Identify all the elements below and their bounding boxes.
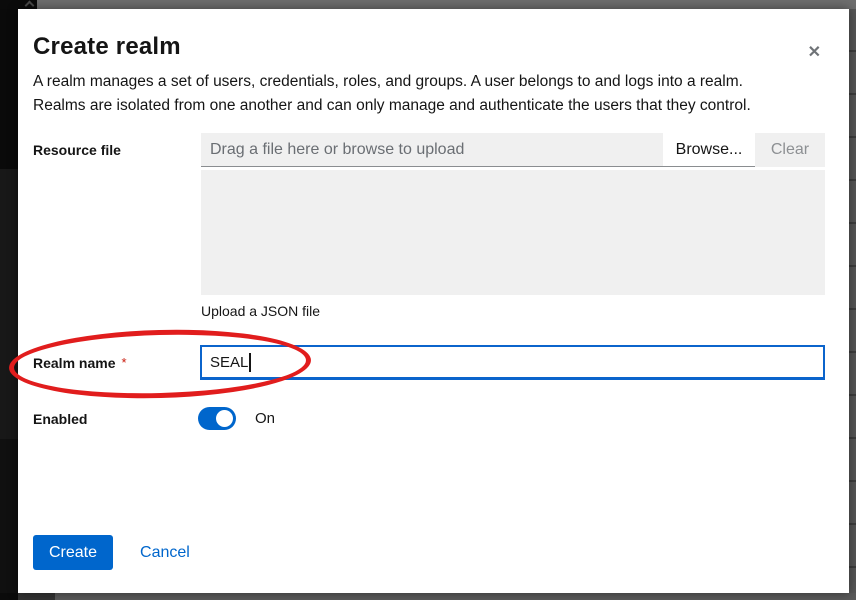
enabled-toggle[interactable] — [198, 407, 236, 430]
toggle-state-label: On — [255, 407, 275, 430]
browse-button[interactable]: Browse... — [663, 133, 755, 167]
file-drop-area[interactable] — [201, 170, 825, 295]
backdrop-left — [0, 9, 18, 593]
clear-button[interactable]: Clear — [755, 133, 825, 167]
file-upload-helper-text: Upload a JSON file — [201, 303, 825, 319]
modal-title: Create realm — [33, 33, 181, 61]
realm-name-label: Realm name — [33, 355, 115, 371]
text-caret — [249, 353, 251, 372]
enabled-row-label: Enabled — [33, 407, 87, 430]
close-button[interactable]: ✕ — [806, 43, 823, 63]
enabled-label: Enabled — [33, 411, 87, 427]
resource-file-label: Resource file — [33, 142, 121, 158]
resource-file-row-label: Resource file — [33, 133, 121, 167]
backdrop-bottom-shadow — [18, 593, 55, 600]
backdrop-right — [849, 9, 856, 593]
create-button[interactable]: Create — [33, 535, 113, 570]
create-realm-modal: ✕ Create realm A realm manages a set of … — [18, 9, 849, 593]
file-upload-group: Drag a file here or browse to upload Bro… — [201, 133, 825, 319]
screen: ✕ Create realm A realm manages a set of … — [0, 0, 856, 600]
modal-footer: Create Cancel — [33, 535, 190, 570]
required-indicator: * — [121, 355, 126, 370]
backdrop-top — [0, 0, 856, 9]
modal-description: A realm manages a set of users, credenti… — [33, 70, 823, 118]
file-upload-bar: Drag a file here or browse to upload Bro… — [201, 133, 825, 167]
description-line-2: Realms are isolated from one another and… — [33, 97, 751, 114]
description-line-1: A realm manages a set of users, credenti… — [33, 73, 743, 90]
realm-name-input[interactable]: SEAL — [200, 345, 825, 380]
cancel-link[interactable]: Cancel — [140, 544, 190, 562]
backdrop-bottom-left-corner — [0, 593, 18, 600]
toggle-knob — [216, 410, 233, 427]
file-upload-filename-input[interactable]: Drag a file here or browse to upload — [201, 133, 663, 167]
backdrop-bottom — [0, 593, 856, 600]
realm-name-row-label: Realm name * — [33, 345, 127, 380]
realm-name-value: SEAL — [210, 354, 248, 371]
close-icon: ✕ — [808, 44, 821, 61]
